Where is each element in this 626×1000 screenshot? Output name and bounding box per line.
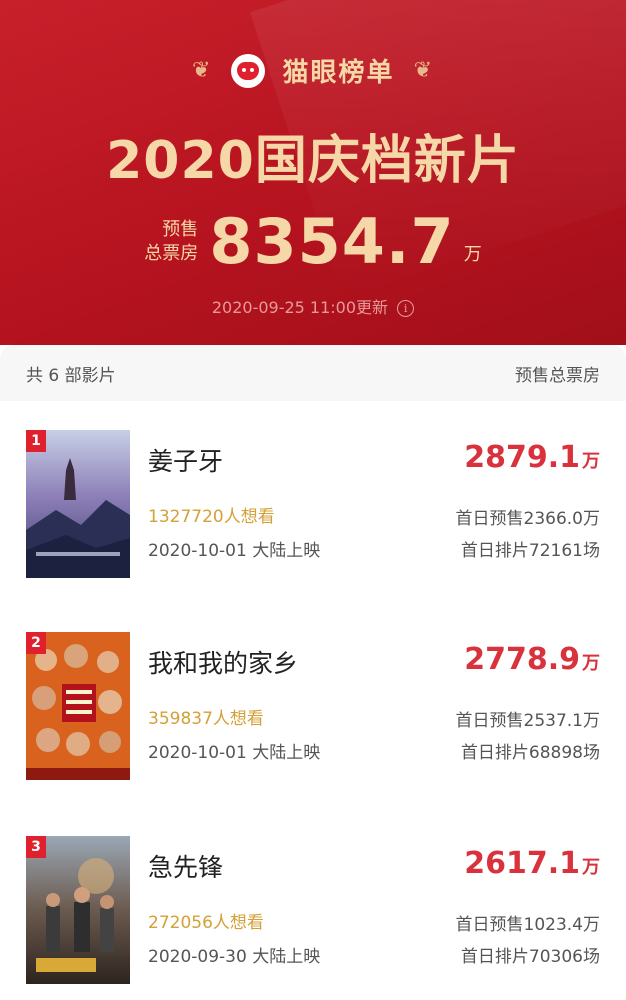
laurel-left-icon: ❦ xyxy=(191,58,213,83)
movie-poster-1[interactable]: 1 xyxy=(26,430,130,578)
header-banner: ❦ 猫眼榜单 ❦ 2020国庆档新片 预售 总票房 8354.7 万 2020-… xyxy=(0,0,626,345)
update-time: 2020-09-25 11:00更新 xyxy=(211,298,389,317)
movie-want-1: 1327720人想看 xyxy=(148,507,275,527)
presale-total-unit: 万 xyxy=(463,244,482,265)
movie-title-3[interactable]: 急先锋 xyxy=(148,848,223,884)
box-value-1: 2879.1 xyxy=(464,440,580,475)
movie-want-2: 359837人想看 xyxy=(148,709,264,729)
page-title: 2020国庆档新片 xyxy=(106,131,520,191)
box-value-3: 2617.1 xyxy=(464,846,580,881)
movie-release-1: 2020-10-01 大陆上映 xyxy=(148,541,321,561)
first-day-screenings-3: 首日排片70306场 xyxy=(460,947,600,967)
presale-label-line1: 预售 xyxy=(162,218,199,240)
rank-badge-3: 3 xyxy=(26,836,46,858)
box-unit-2: 万 xyxy=(582,653,600,674)
info-icon[interactable]: i xyxy=(397,300,415,317)
movie-item-2[interactable]: 2 我和我的家乡 359837人想看 2020-10-01 大陆上映 2778.… xyxy=(26,632,600,782)
first-day-presale-3: 首日预售1023.4万 xyxy=(455,915,600,935)
movie-box-office-1: 2879.1 万 xyxy=(464,440,600,475)
brand-name: 猫眼榜单 xyxy=(282,58,395,88)
presale-total-row: 预售 总票房 8354.7 万 xyxy=(0,205,626,278)
first-day-presale-2: 首日预售2537.1万 xyxy=(455,711,600,731)
laurel-right-icon: ❦ xyxy=(413,58,435,83)
movie-release-3: 2020-09-30 大陆上映 xyxy=(148,947,321,967)
movie-poster-3[interactable]: 3 xyxy=(26,836,130,984)
presale-label: 预售 总票房 xyxy=(144,218,198,266)
presale-label-line2: 总票房 xyxy=(144,242,199,264)
first-day-screenings-1: 首日排片72161场 xyxy=(460,541,600,561)
movie-release-2: 2020-10-01 大陆上映 xyxy=(148,743,321,763)
movie-count: 共 6 部影片 xyxy=(26,365,116,386)
poster-2-art xyxy=(26,632,130,780)
first-day-presale-1: 首日预售2366.0万 xyxy=(455,509,600,529)
box-unit-3: 万 xyxy=(582,857,600,878)
movie-title-1[interactable]: 姜子牙 xyxy=(148,442,223,478)
rank-badge-2: 2 xyxy=(26,632,46,654)
maoyan-logo-icon xyxy=(231,53,266,88)
update-time-row: 2020-09-25 11:00更新 i xyxy=(0,294,626,318)
movie-title-2[interactable]: 我和我的家乡 xyxy=(148,644,298,680)
brand-row: ❦ 猫眼榜单 ❦ xyxy=(0,52,626,89)
column-label: 预售总票房 xyxy=(515,365,600,386)
movie-poster-2[interactable]: 2 xyxy=(26,632,130,780)
movie-want-3: 272056人想看 xyxy=(148,913,264,933)
list-header: 共 6 部影片 预售总票房 xyxy=(0,345,626,401)
box-value-2: 2778.9 xyxy=(464,642,580,677)
movie-item-3[interactable]: 3 急先锋 272056人想看 2020-09-30 大陆上映 2617.1 万 … xyxy=(26,836,600,986)
rank-badge-1: 1 xyxy=(26,430,46,452)
first-day-screenings-2: 首日排片68898场 xyxy=(460,743,600,763)
presale-total-value: 8354.7 xyxy=(209,205,455,278)
movie-box-office-2: 2778.9 万 xyxy=(464,642,600,677)
poster-1-art xyxy=(26,430,130,578)
poster-3-art xyxy=(26,836,130,984)
movie-box-office-3: 2617.1 万 xyxy=(464,846,600,881)
box-unit-1: 万 xyxy=(582,451,600,472)
movie-list-panel: 共 6 部影片 预售总票房 1 姜子牙 1327720人想看 2020-10-0… xyxy=(0,345,626,1000)
movie-item-1[interactable]: 1 姜子牙 1327720人想看 2020-10-01 大陆上映 2879.1 万… xyxy=(26,430,600,580)
